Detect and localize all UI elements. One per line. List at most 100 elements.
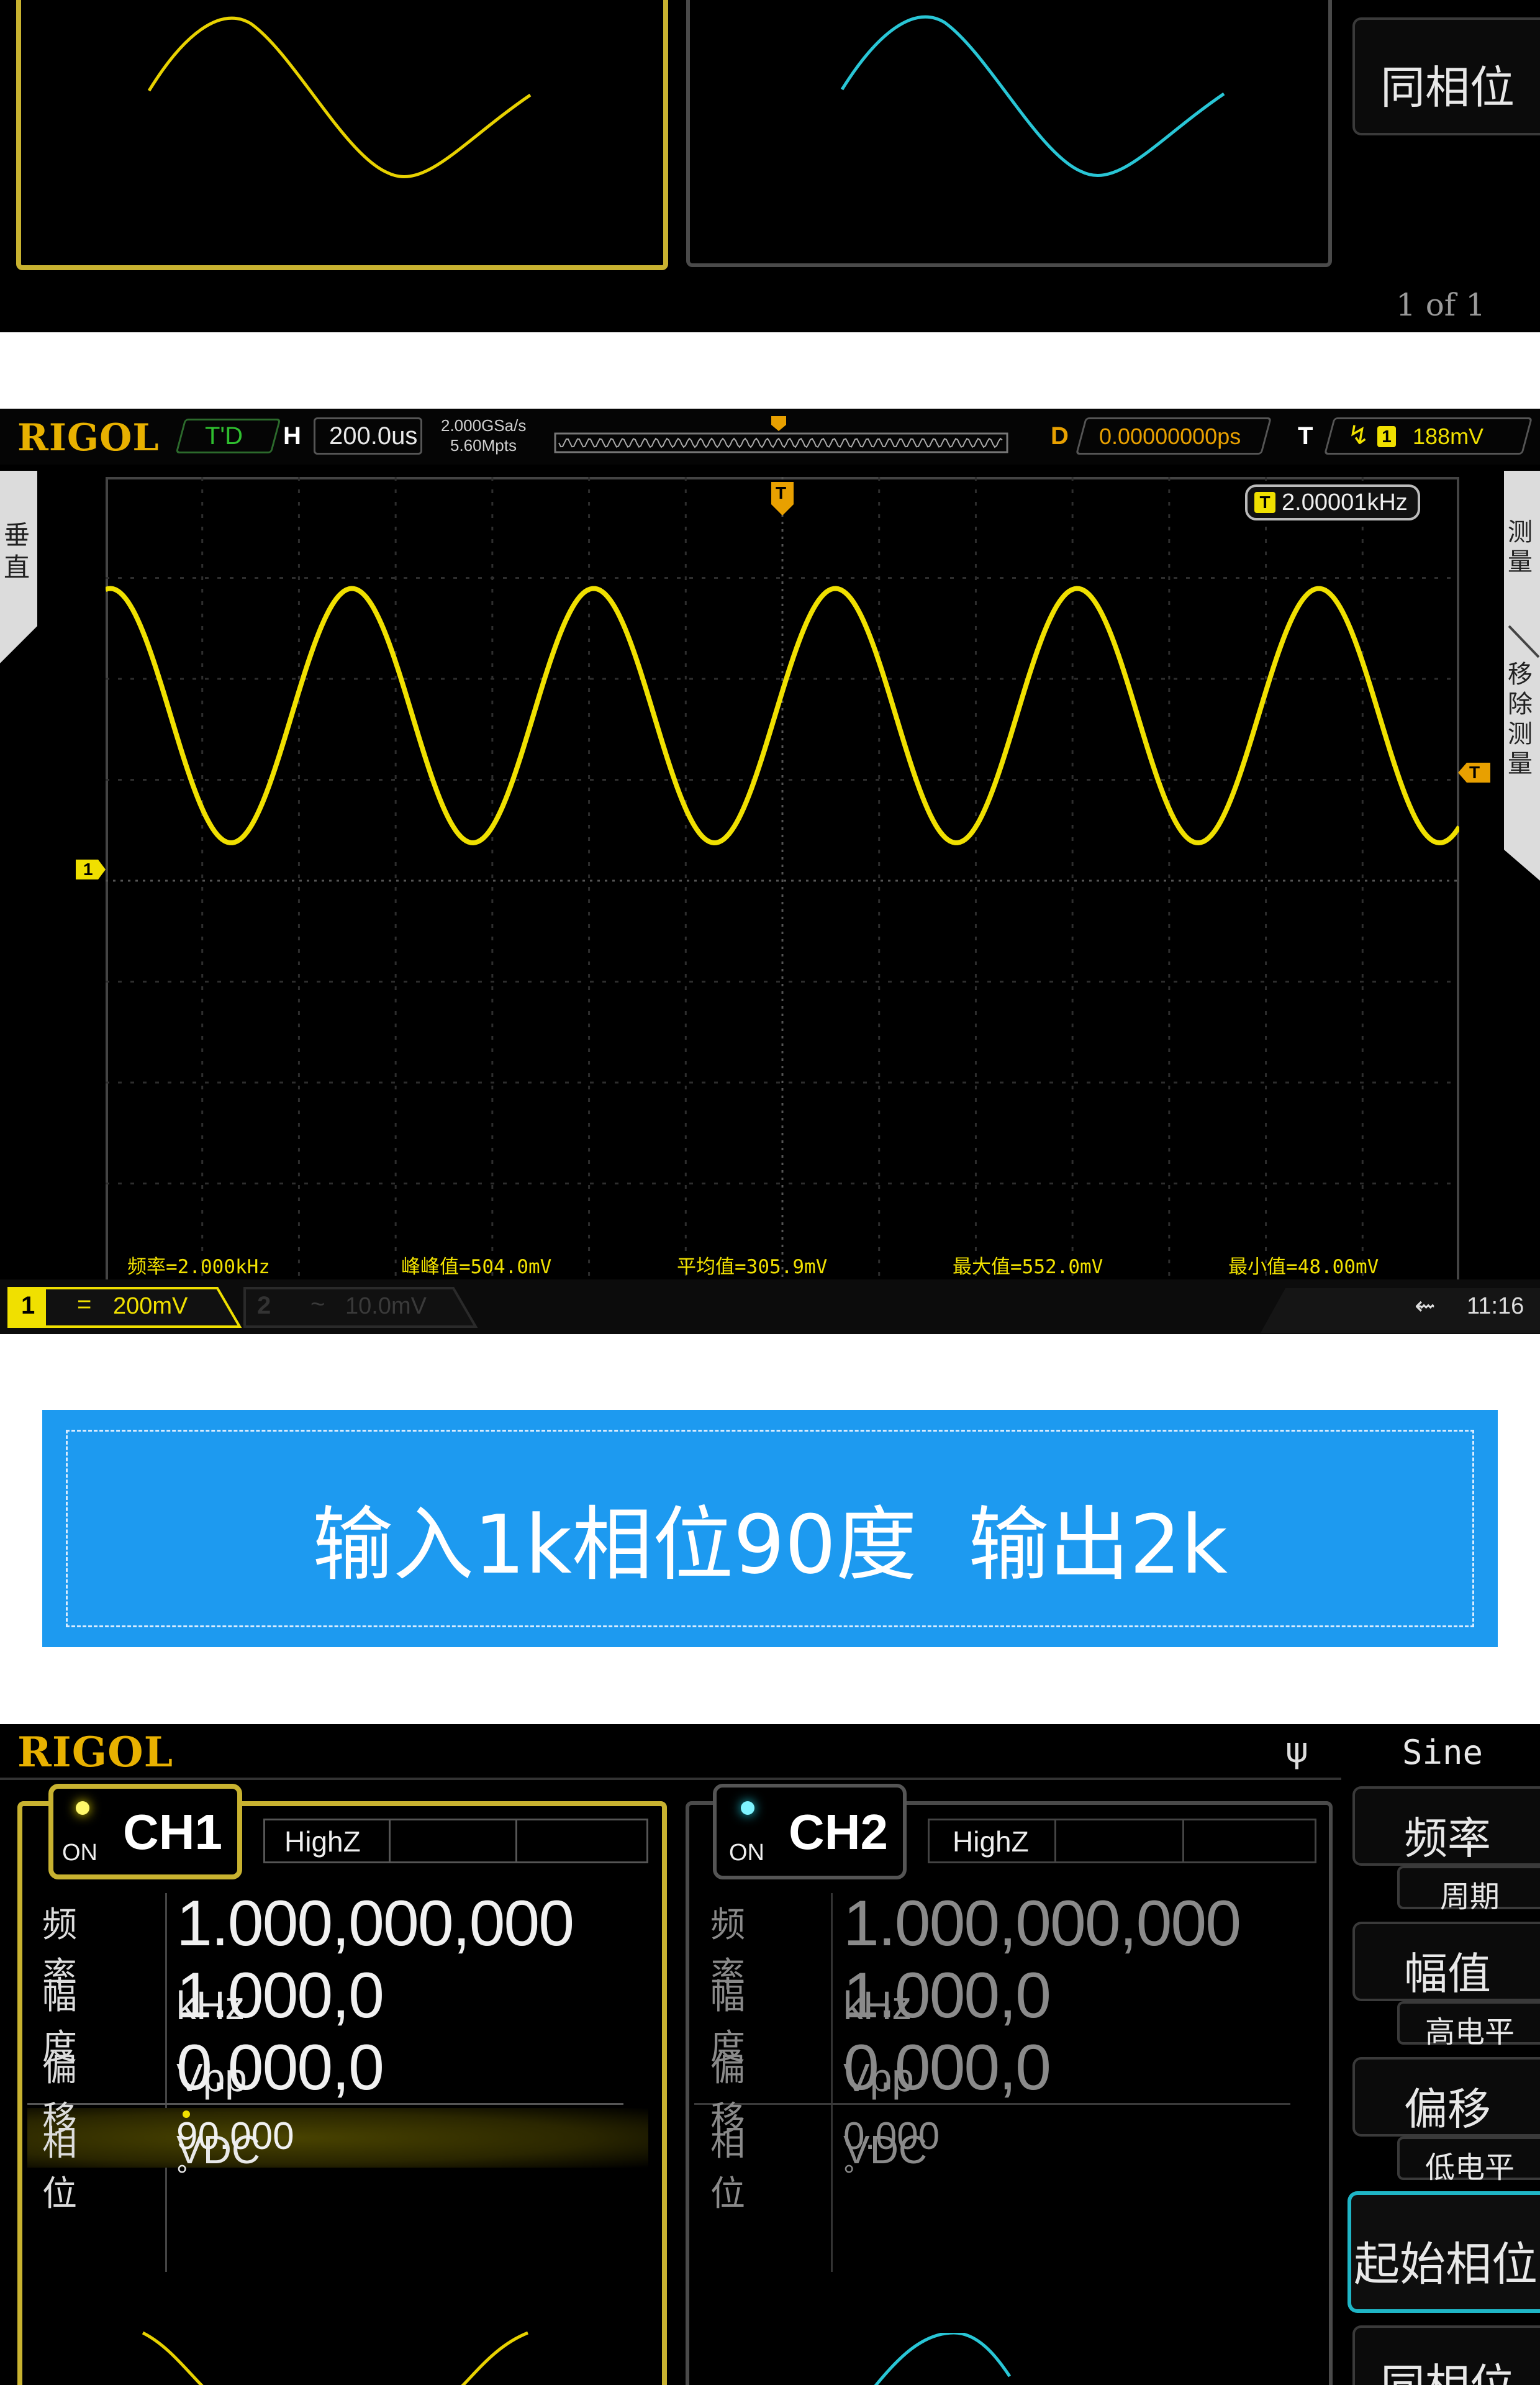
- frequency-softkey[interactable]: 频率: [1352, 1786, 1540, 1866]
- usb-icon: ⇜: [1415, 1292, 1436, 1320]
- ch2-waveform-thumbnail: [874, 2333, 1012, 2385]
- ch2-coupling: ~: [310, 1291, 325, 1318]
- ch2-phase-label: 相位: [710, 2124, 745, 2214]
- generator-preview-section: 同相位 1 of 1: [0, 0, 1540, 332]
- ch1-ground-marker-label: 1: [83, 860, 93, 879]
- vertical-menu-tab-label: 垂直: [4, 520, 30, 583]
- same-phase-softkey[interactable]: 同相位: [1352, 17, 1540, 135]
- start-phase-softkey[interactable]: 起始相位: [1348, 2191, 1540, 2313]
- ch2-amplitude-number: 1.000,0: [843, 1960, 1051, 2032]
- vertical-menu-tab[interactable]: [0, 471, 50, 707]
- start-phase-softkey-label: 起始相位: [1354, 2238, 1538, 2291]
- acquire-mode-label: T'D: [205, 422, 243, 450]
- clock-time: 11:16: [1467, 1293, 1524, 1319]
- ch1-waveform-frame: [16, 0, 668, 270]
- amplitude-softkey[interactable]: 幅值: [1352, 1922, 1540, 2001]
- ch2-on-led: [741, 1801, 754, 1815]
- trigger-position-label: T: [776, 483, 787, 502]
- ch2-waveform-frame: [686, 0, 1332, 267]
- ch1-offset-number: 0.000,0: [176, 2032, 384, 2104]
- oscilloscope-screen: RIGOL T'D H 200.0us 2.000GSa/s 5.60Mpts …: [0, 409, 1540, 1334]
- offset-softkey-label: 偏移: [1404, 2084, 1491, 2135]
- ch1-amplitude-number: 1.000,0: [176, 1960, 384, 2032]
- same-phase-softkey-bottom-label: 同相位: [1355, 2349, 1540, 2385]
- ch2-load-divider-2: [1182, 1819, 1184, 1863]
- ch1-on-label: ON: [62, 1840, 97, 1866]
- ch1-phase-unit: °: [176, 2159, 188, 2191]
- ch2-load-divider-1: [1054, 1819, 1056, 1863]
- measurement-average: 平均值=305.9mV: [677, 1256, 828, 1278]
- trigger-label: T: [1298, 422, 1313, 450]
- ch1-column-divider: [165, 1893, 167, 2272]
- ch1-sine-trace: [147, 16, 532, 178]
- ch2-sine-trace: [840, 15, 1225, 177]
- ch2-on-label: ON: [729, 1840, 764, 1866]
- ch2-name: CH2: [789, 1804, 889, 1860]
- ch1-phase-label: 相位: [42, 2124, 77, 2214]
- same-phase-softkey-label: 同相位: [1380, 61, 1515, 114]
- page-indicator: 1 of 1: [1396, 287, 1486, 323]
- delay-value: 0.00000000ps: [1099, 424, 1241, 449]
- low-level-subkey-label: 低电平: [1424, 2150, 1515, 2185]
- low-level-subkey[interactable]: 低电平: [1397, 2137, 1540, 2185]
- sample-rate: 2.000GSa/s: [441, 416, 527, 435]
- ch2-waveform-preview: [840, 15, 1225, 177]
- frequency-counter-badge-label: T: [1259, 493, 1270, 512]
- caption-banner: 输入1k相位90度 输出2k: [42, 1410, 1498, 1647]
- scope-brand-logo: RIGOL: [17, 416, 160, 460]
- ch1-scale-value: 200mV: [113, 1293, 188, 1319]
- trigger-position-marker-top: [771, 416, 786, 431]
- frequency-counter-value: 2.00001kHz: [1282, 489, 1408, 516]
- ch2-load: HighZ: [953, 1825, 1029, 1858]
- ch1-frequency-number: 1.000,000,000: [176, 1888, 574, 1960]
- offset-softkey[interactable]: 偏移: [1352, 2057, 1540, 2137]
- frequency-counter-badge: T: [1254, 492, 1275, 513]
- generator-screen: RIGOL ψ Sine ON CH1 HighZ 频率 1.000,000,0…: [0, 1724, 1540, 2385]
- ch2-column-divider: [831, 1893, 833, 2272]
- frequency-softkey-label: 频率: [1404, 1813, 1491, 1864]
- scope-graticule: [106, 477, 1459, 1284]
- trigger-edge-icon: ↯: [1348, 420, 1370, 450]
- ch1-scale-number: 1: [21, 1292, 35, 1319]
- generator-usb-icon: ψ: [1285, 1730, 1308, 1771]
- measurement-min: 最小值=48.00mV: [1228, 1256, 1379, 1278]
- same-phase-softkey-bottom[interactable]: 同相位: [1352, 2325, 1540, 2385]
- waveform-type: Sine: [1402, 1733, 1483, 1772]
- ch1-waveform-preview: [147, 16, 532, 178]
- ch1-load-divider-1: [389, 1819, 391, 1863]
- amplitude-softkey-label: 幅值: [1404, 1948, 1491, 1999]
- generator-brand-logo: RIGOL: [17, 1728, 173, 1776]
- horizontal-label: H: [283, 422, 301, 450]
- ch1-name: CH1: [123, 1804, 223, 1860]
- ch1-phase-cursor: [183, 2110, 190, 2118]
- ch1-waveform-thumbnail: [142, 2331, 528, 2385]
- measurement-frequency: 频率=2.000kHz: [127, 1256, 270, 1278]
- measure-tab-label: 测量: [1508, 518, 1533, 576]
- ch2-frequency-number: 1.000,000,000: [843, 1888, 1241, 1960]
- memory-overview-strip: [554, 416, 1008, 453]
- trigger-level-marker-label: T: [1469, 763, 1480, 782]
- ch1-load: HighZ: [284, 1825, 361, 1858]
- delay-label: D: [1051, 422, 1069, 450]
- caption-text: 输入1k相位90度 输出2k: [312, 1497, 1228, 1592]
- timebase-value: 200.0us: [329, 422, 418, 450]
- ch1-coupling: =: [77, 1291, 92, 1318]
- ch1-phase-number: 90.000: [176, 2115, 294, 2158]
- period-subkey[interactable]: 周期: [1397, 1866, 1540, 1914]
- generator-topbar-line: [0, 1778, 1341, 1780]
- trigger-source-label: 1: [1382, 427, 1392, 446]
- high-level-subkey[interactable]: 高电平: [1397, 2001, 1540, 2050]
- remove-measure-tab-label[interactable]: 移除测量: [1508, 660, 1535, 779]
- trigger-source-badge: 1: [1377, 426, 1396, 447]
- high-level-subkey-label: 高电平: [1424, 2015, 1515, 2050]
- ch2-phase-number: 0.000: [843, 2115, 940, 2158]
- trigger-level: 188mV: [1413, 424, 1484, 449]
- ch1-on-led: [76, 1801, 89, 1815]
- measurement-peak-to-peak: 峰峰值=504.0mV: [401, 1256, 552, 1278]
- ch1-load-divider-2: [515, 1819, 517, 1863]
- ch1-phase-value: 90.000 °: [176, 2114, 294, 2202]
- period-subkey-label: 周期: [1439, 1879, 1500, 1914]
- ch2-scale-value: 10.0mV: [345, 1293, 427, 1319]
- ch2-phase-unit: °: [843, 2159, 855, 2191]
- memory-depth: 5.60Mpts: [450, 436, 517, 455]
